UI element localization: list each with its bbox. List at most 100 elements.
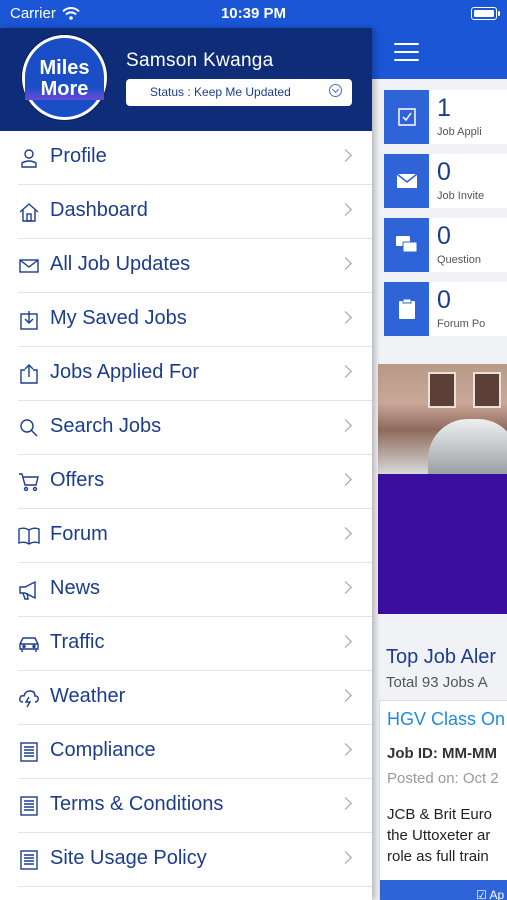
status-dropdown[interactable]: Status : Keep Me Updated [126, 79, 352, 106]
job-description-line: JCB & Brit Euro [387, 806, 493, 823]
stat-label: Question [437, 254, 482, 266]
chevron-right-icon [339, 851, 352, 864]
chevron-right-icon [339, 797, 352, 810]
menu-item-label: My Saved Jobs [50, 307, 187, 329]
cart-icon [18, 472, 40, 492]
search-icon [18, 418, 40, 438]
logo-text-line1: Miles [39, 57, 90, 79]
menu-item-label: Compliance [50, 739, 156, 761]
chevron-right-icon [339, 365, 352, 378]
checkbox-icon: ☑ [476, 888, 490, 900]
menu-item-label: News [50, 577, 101, 599]
mail-icon [18, 256, 40, 276]
menu-item-label: Forum [50, 523, 108, 545]
job-card[interactable]: HGV Class On Job ID: MM-MM Posted on: Oc… [379, 700, 507, 900]
menu-item-label: Terms & Conditions [50, 793, 224, 815]
menu-item-jobs-applied-for[interactable]: Jobs Applied For [0, 347, 372, 401]
chevron-right-icon [339, 257, 352, 270]
stat-label: Job Invite [437, 190, 485, 202]
menu-item-terms-conditions[interactable]: Terms & Conditions [0, 779, 372, 833]
envelope-icon [384, 154, 429, 208]
menu-item-my-saved-jobs[interactable]: My Saved Jobs [0, 293, 372, 347]
stat-card-job-invites[interactable]: 0 Job Invite [384, 154, 507, 208]
menu-item-label: Jobs Applied For [50, 361, 199, 383]
document-icon [18, 796, 40, 816]
menu-item-site-usage-policy[interactable]: Site Usage Policy [0, 833, 372, 887]
logo-text-line2: More [25, 79, 104, 100]
menu-item-all-job-updates[interactable]: All Job Updates [0, 239, 372, 293]
book-icon [18, 526, 40, 546]
clipboard-icon [384, 282, 429, 336]
job-id: Job ID: MM-MM [387, 745, 497, 762]
megaphone-icon [18, 580, 40, 600]
menu-item-label: Profile [50, 145, 107, 167]
cloud-icon [18, 688, 40, 708]
stat-value: 0 [437, 286, 451, 314]
chevron-right-icon [339, 527, 352, 540]
chevron-right-icon [339, 311, 352, 324]
miles-more-logo: Miles More [22, 35, 107, 120]
status-dropdown-label: Status : Keep Me Updated [150, 85, 291, 99]
hamburger-menu-icon[interactable] [394, 43, 419, 61]
chevron-right-icon [339, 203, 352, 216]
stat-card-forum-posts[interactable]: 0 Forum Po [384, 282, 507, 336]
job-title-link[interactable]: HGV Class On [387, 709, 505, 730]
top-job-alerts-title: Top Job Aler [386, 646, 497, 668]
menu-item-label: Traffic [50, 631, 105, 653]
stat-card-jobs-applied[interactable]: 1 Job Appli [384, 90, 507, 144]
navigation-drawer: Miles More Samson Kwanga Status : Keep M… [0, 28, 372, 900]
menu-item-compliance[interactable]: Compliance [0, 725, 372, 779]
job-description: JCB & Brit Euro the Uttoxeter ar role as… [387, 804, 492, 867]
chevron-right-icon [339, 581, 352, 594]
menu-item-dashboard[interactable]: Dashboard [0, 185, 372, 239]
download-icon [18, 310, 40, 330]
total-jobs-count: Total 93 Jobs A [386, 674, 488, 691]
document-icon [18, 742, 40, 762]
document-icon [18, 850, 40, 870]
chevron-right-icon [339, 473, 352, 486]
apply-label: Ap [489, 888, 505, 900]
chevron-right-icon [339, 149, 352, 162]
upload-icon [18, 364, 40, 384]
user-name: Samson Kwanga [126, 50, 274, 71]
menu-item-offers[interactable]: Offers [0, 455, 372, 509]
job-description-line: the Uttoxeter ar [387, 827, 491, 844]
menu-item-label: All Job Updates [50, 253, 191, 275]
chat-bubbles-icon [384, 218, 429, 272]
home-icon [18, 202, 40, 222]
stat-value: 0 [437, 222, 451, 250]
stat-value: 0 [437, 158, 451, 186]
drawer-header: Miles More Samson Kwanga Status : Keep M… [0, 28, 372, 131]
chevron-right-icon [339, 689, 352, 702]
job-description-line: role as full train [387, 848, 489, 865]
stat-card-questions[interactable]: 0 Question [384, 218, 507, 272]
drawer-menu: Profile Dashboard All Job Updates My Sav… [0, 131, 372, 887]
stat-label: Job Appli [437, 126, 482, 138]
menu-item-weather[interactable]: Weather [0, 671, 372, 725]
dashboard-background: 1 Job Appli 0 Job Invite 0 Question 0 Fo… [372, 28, 507, 900]
menu-item-search-jobs[interactable]: Search Jobs [0, 401, 372, 455]
stat-value: 1 [437, 94, 451, 122]
clock: 10:39 PM [220, 5, 287, 22]
promo-banner-image[interactable] [378, 364, 507, 614]
chevron-right-icon [339, 743, 352, 756]
menu-item-profile[interactable]: Profile [0, 131, 372, 185]
menu-item-news[interactable]: News [0, 563, 372, 617]
menu-item-label: Weather [50, 685, 126, 707]
car-icon [18, 634, 40, 654]
menu-item-label: Site Usage Policy [50, 847, 207, 869]
battery-icon [471, 7, 500, 20]
checkbox-icon [384, 90, 429, 144]
app-top-bar [372, 28, 507, 79]
menu-item-label: Search Jobs [50, 415, 162, 437]
chevron-right-icon [339, 419, 352, 432]
chevron-down-icon [329, 84, 342, 97]
apply-button[interactable]: ☑ Ap [380, 880, 507, 900]
job-posted-date: Posted on: Oct 2 [387, 770, 499, 787]
chevron-right-icon [339, 635, 352, 648]
user-icon [18, 148, 40, 168]
stat-label: Forum Po [437, 318, 486, 330]
menu-item-traffic[interactable]: Traffic [0, 617, 372, 671]
menu-item-forum[interactable]: Forum [0, 509, 372, 563]
menu-item-label: Dashboard [50, 199, 148, 221]
